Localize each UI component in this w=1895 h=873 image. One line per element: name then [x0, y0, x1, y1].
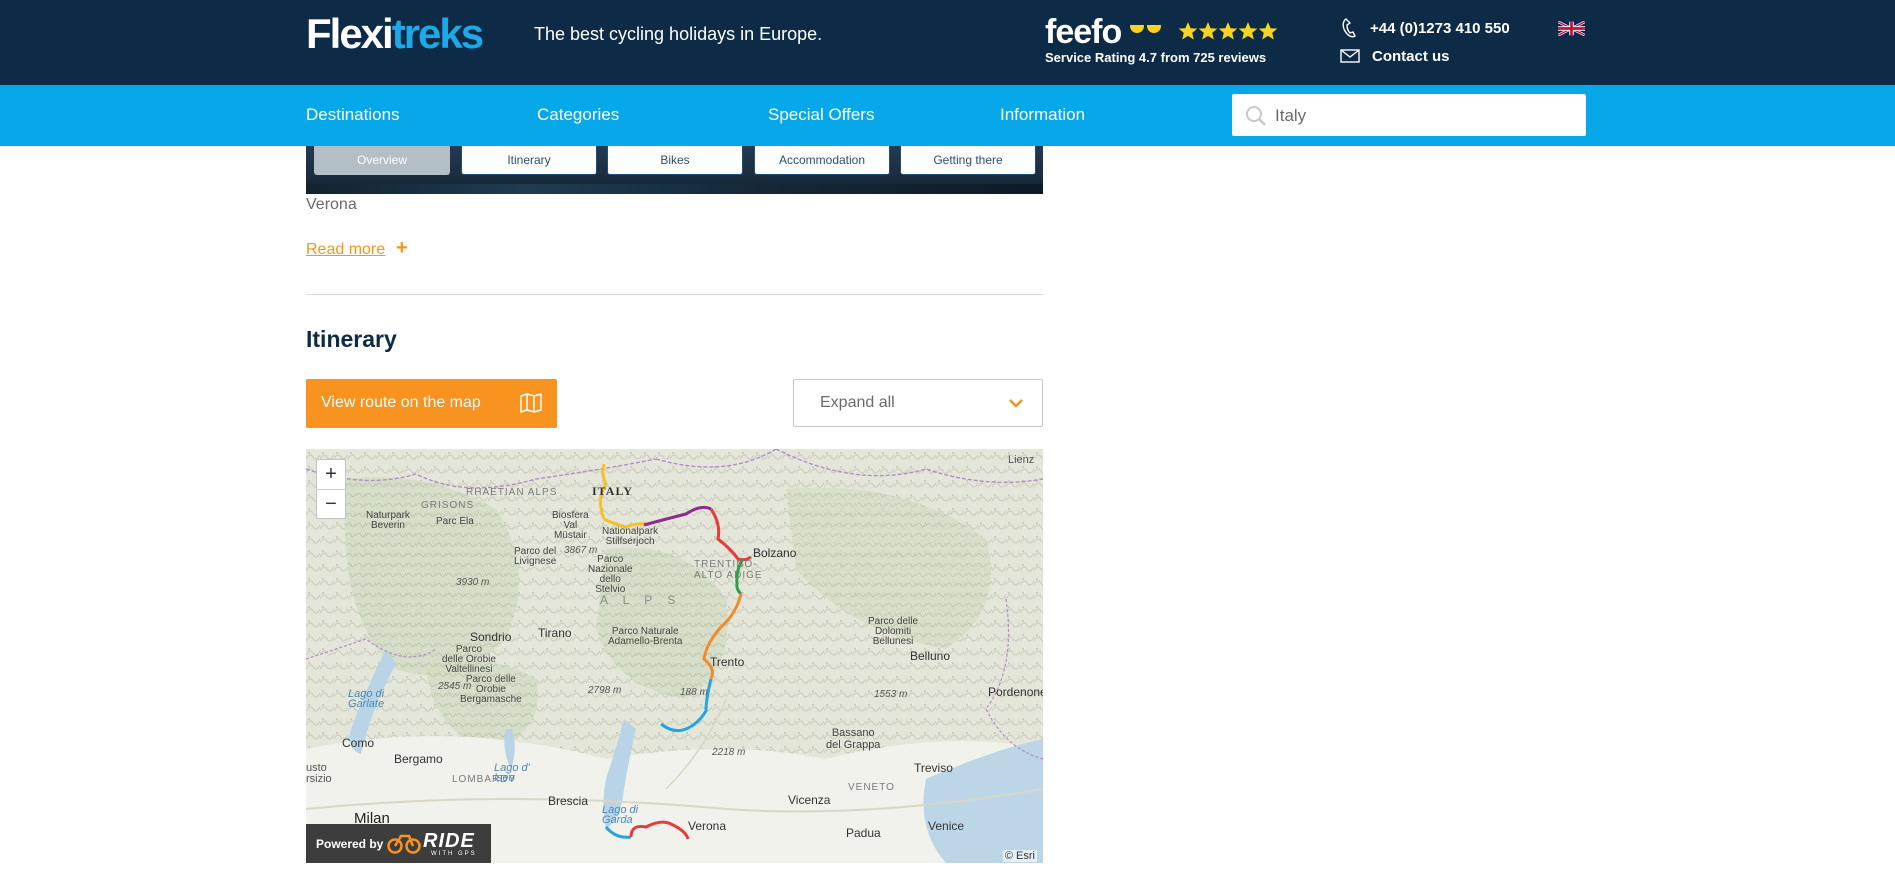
- photo-edge: [306, 184, 1043, 194]
- map-label-bassano: Bassano del Grappa: [826, 727, 881, 751]
- map-label-belluno: Belluno: [910, 649, 951, 663]
- tab-itinerary[interactable]: Itinerary: [461, 146, 597, 175]
- powered-by-label: Powered by: [316, 837, 384, 851]
- map-label-bergamo: Bergamo: [394, 752, 443, 766]
- map-label-elev-2218: 2218 m: [712, 747, 746, 758]
- ride-brand: RIDE: [423, 830, 475, 852]
- map-label-orobie-bergamasche: Parco delle Orobie Bergamasche: [460, 674, 522, 705]
- map-label-brescia: Brescia: [548, 794, 589, 808]
- map-label-naturpark: Naturpark Beverin: [366, 510, 410, 531]
- nav-special-offers[interactable]: Special Offers: [768, 105, 874, 125]
- feefo-logo: feefo: [1045, 13, 1122, 51]
- map-icon: [520, 393, 542, 413]
- uk-flag-icon[interactable]: [1558, 21, 1585, 36]
- logo-part-flexi: Flexi: [306, 10, 394, 57]
- tab-getting-there[interactable]: Getting there: [900, 146, 1036, 175]
- expand-all-label: Expand all: [820, 394, 895, 411]
- search-icon: [1246, 106, 1266, 126]
- map-label-grisons: GRISONS: [421, 500, 475, 511]
- phone-link[interactable]: +44 (0)1273 410 550: [1340, 14, 1510, 42]
- logo-part-treks: treks: [391, 10, 484, 57]
- map-label-biosfera: Biosfera Val Müstair: [552, 510, 589, 541]
- route-map[interactable]: ITALY Lienz RHAETIAN ALPS GRISONS Naturp…: [306, 449, 1043, 863]
- map-label-trento: Trento: [710, 655, 745, 669]
- map-label-veneto: VENETO: [848, 782, 895, 793]
- phone-number: +44 (0)1273 410 550: [1370, 19, 1510, 37]
- map-label-padua: Padua: [846, 826, 881, 840]
- map-label-elev-3930: 3930 m: [456, 577, 490, 588]
- contact-block: +44 (0)1273 410 550 Contact us: [1340, 14, 1510, 70]
- map-label-sondrio: Sondrio: [470, 630, 512, 644]
- flexitreks-logo[interactable]: Flexitreks: [306, 10, 484, 58]
- top-header: Flexitreks The best cycling holidays in …: [0, 0, 1895, 85]
- main-nav: Destinations Categories Special Offers I…: [0, 85, 1895, 146]
- map-label-elev-188: 188 m: [680, 687, 708, 698]
- map-label-bolzano: Bolzano: [753, 546, 797, 560]
- tab-bikes[interactable]: Bikes: [607, 146, 743, 175]
- tab-overview[interactable]: Overview: [314, 146, 450, 175]
- tab-accommodation[interactable]: Accommodation: [754, 146, 890, 175]
- overview-photo-strip: Overview Itinerary Bikes Accommodation G…: [306, 146, 1043, 194]
- phone-icon: [1342, 18, 1356, 38]
- feefo-badge[interactable]: feefo Service Rating 4.7 from 725 review…: [1045, 14, 1295, 70]
- map-label-alps: A L P S: [600, 593, 682, 607]
- zoom-in-button[interactable]: +: [317, 460, 345, 489]
- ride-subtitle: WITH GPS: [431, 851, 477, 857]
- map-label-vicenza: Vicenza: [788, 793, 831, 807]
- read-more-link[interactable]: Read more: [306, 241, 385, 259]
- search-box: [1232, 94, 1586, 136]
- map-label-venice: Venice: [928, 819, 965, 833]
- search-input[interactable]: [1273, 100, 1577, 132]
- map-label-livignese: Parco del Livignese: [514, 546, 557, 567]
- map-label-lago-garlate: Lago di Garlate: [348, 688, 385, 710]
- map-label-busto-arsizio: usto rsizio: [306, 762, 332, 785]
- map-label-lago-garda: Lago di Garda: [602, 804, 639, 826]
- nav-destinations[interactable]: Destinations: [306, 105, 400, 125]
- map-label-treviso: Treviso: [914, 761, 953, 775]
- expand-all-dropdown[interactable]: Expand all: [793, 379, 1043, 427]
- zoom-out-button[interactable]: −: [317, 489, 345, 519]
- feefo-eyes-icon: [1130, 19, 1161, 33]
- photo-caption: Verona: [306, 196, 357, 213]
- map-label-nationalpark: Nationalpark Stilfserjoch: [602, 526, 659, 547]
- chevron-down-icon: [1009, 399, 1023, 408]
- map-label-lago-iseo: Lago d' Iseo: [494, 762, 530, 784]
- view-route-label: View route on the map: [321, 394, 481, 411]
- itinerary-heading: Itinerary: [306, 326, 397, 352]
- contact-us-label: Contact us: [1372, 47, 1450, 65]
- map-label-como: Como: [342, 736, 375, 750]
- map-label-elev-2798: 2798 m: [588, 685, 622, 696]
- map-label-parc-ela: Parc Ela: [436, 516, 474, 527]
- map-label-tirano: Tirano: [538, 626, 572, 640]
- map-label-elev-1553: 1553 m: [874, 689, 908, 700]
- map-label-trentino: TRENTINO- ALTO ADIGE: [694, 559, 763, 581]
- map-label-dolomiti: Parco delle Dolomiti Bellunesi: [868, 616, 919, 647]
- map-label-rhaetian-alps: RHAETIAN ALPS: [466, 487, 558, 498]
- contact-us-link[interactable]: Contact us: [1340, 42, 1510, 70]
- tagline: The best cycling holidays in Europe.: [534, 24, 823, 44]
- map-label-lienz: Lienz: [1008, 454, 1035, 466]
- nav-categories[interactable]: Categories: [537, 105, 619, 125]
- nav-information[interactable]: Information: [1000, 105, 1085, 125]
- ride-with-gps-badge[interactable]: Powered by RIDE WITH GPS: [306, 824, 491, 863]
- envelope-icon: [1340, 49, 1360, 63]
- rating-stars-icon: [1178, 22, 1278, 40]
- map-zoom-control: + −: [316, 459, 346, 519]
- feefo-rating-text: Service Rating 4.7 from 725 reviews: [1045, 50, 1267, 65]
- map-label-stelvio: Parco Nazionale dello Stelvio: [588, 554, 633, 595]
- map-attribution: © Esri: [1002, 850, 1037, 862]
- map-label-italy: ITALY: [592, 484, 634, 498]
- bicycle-icon: [387, 834, 421, 854]
- map-label-verona: Verona: [688, 819, 727, 833]
- map-label-orobie-valtellinesi: Parco delle Orobie Valtellinesi: [442, 644, 496, 675]
- view-route-button[interactable]: View route on the map: [306, 379, 557, 428]
- read-more-plus-icon[interactable]: +: [396, 237, 408, 260]
- section-divider: [306, 294, 1043, 295]
- map-label-adamello: Parco Naturale Adamello-Brenta: [608, 626, 683, 647]
- map-label-pordenone: Pordenone: [988, 685, 1043, 699]
